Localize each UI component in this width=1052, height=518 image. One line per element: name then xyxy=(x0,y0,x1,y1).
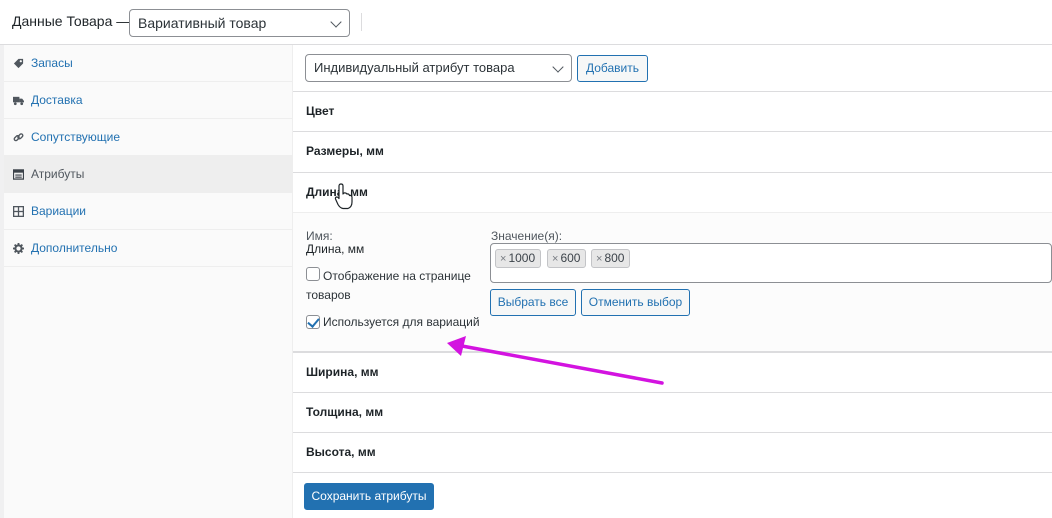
annotation-arrow xyxy=(447,336,664,385)
hand-cursor-icon xyxy=(334,183,353,210)
